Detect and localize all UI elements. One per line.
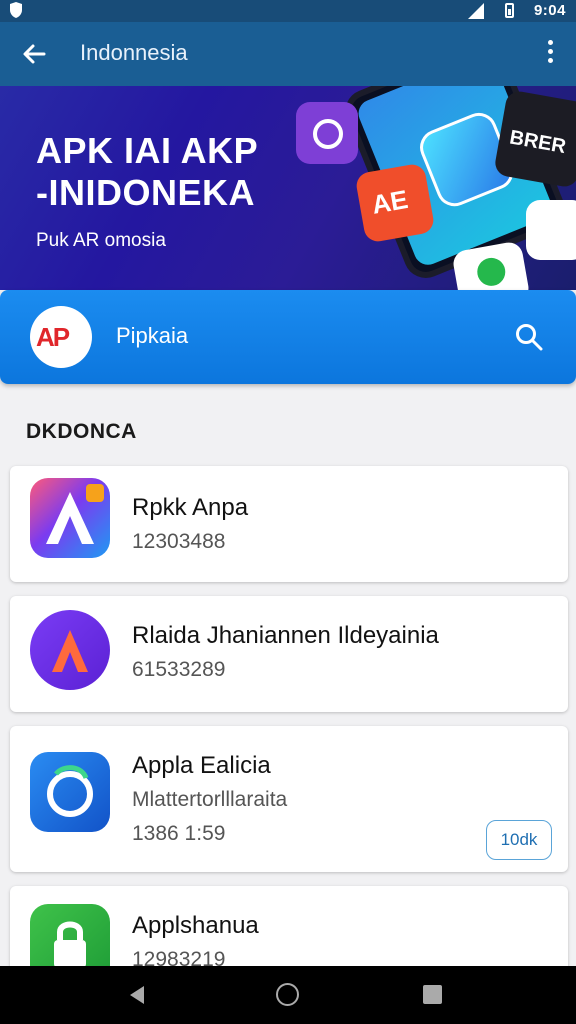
shield-icon	[10, 2, 22, 18]
app-name: Rpkk Anpa	[132, 494, 249, 521]
signal-icon	[468, 3, 484, 19]
app-meta: 12303488	[132, 530, 226, 553]
hero-subtitle: Puk AR omosia	[36, 230, 166, 251]
page-title: Indonnesia	[80, 40, 188, 65]
more-options-icon[interactable]	[540, 40, 560, 70]
search-bar[interactable]: AP Pipkaia	[0, 290, 576, 384]
app-name: Rlaida Jhaniannen Ildeyainia	[132, 622, 439, 649]
app-b-icon	[30, 610, 110, 690]
app-name: Applshanua	[132, 912, 259, 939]
brand-logo: AP	[30, 306, 92, 368]
app-name: Appla Ealicia	[132, 752, 271, 779]
app-bar: Indonnesia	[0, 22, 576, 86]
home-icon[interactable]	[276, 983, 299, 1006]
app-meta: 61533289	[132, 658, 226, 681]
red-app-icon: AE	[354, 162, 436, 244]
clock-app-icon	[296, 102, 358, 164]
white-app-icon	[526, 200, 576, 260]
search-label: Pipkaia	[116, 323, 189, 348]
app-meta-secondary: 1386 1:59	[132, 822, 226, 845]
section-title: DKDONCA	[26, 420, 137, 443]
navigation-bar	[0, 966, 576, 1024]
back-icon[interactable]	[126, 984, 148, 1006]
app-card[interactable]: Rpkk Anpa 12303488	[10, 466, 568, 582]
app-meta: Mlattertorlllaraita	[132, 788, 288, 811]
recent-apps-icon[interactable]	[423, 985, 442, 1004]
battery-icon	[505, 3, 514, 18]
install-button[interactable]: 10dk	[486, 820, 552, 860]
app-c-icon	[30, 752, 110, 832]
dark-app-icon: BRER	[493, 89, 576, 189]
status-bar: 9:04	[0, 0, 576, 22]
status-time: 9:04	[533, 2, 566, 19]
back-arrow-icon[interactable]	[18, 38, 50, 70]
search-icon[interactable]	[514, 322, 544, 352]
app-card[interactable]: Rlaida Jhaniannen Ildeyainia 61533289	[10, 596, 568, 712]
app-a-icon	[30, 478, 110, 558]
hero-title: APK IAI AKP -INIDONEKA	[36, 130, 259, 213]
app-card[interactable]: Appla Ealicia Mlattertorlllaraita 1386 1…	[10, 726, 568, 872]
